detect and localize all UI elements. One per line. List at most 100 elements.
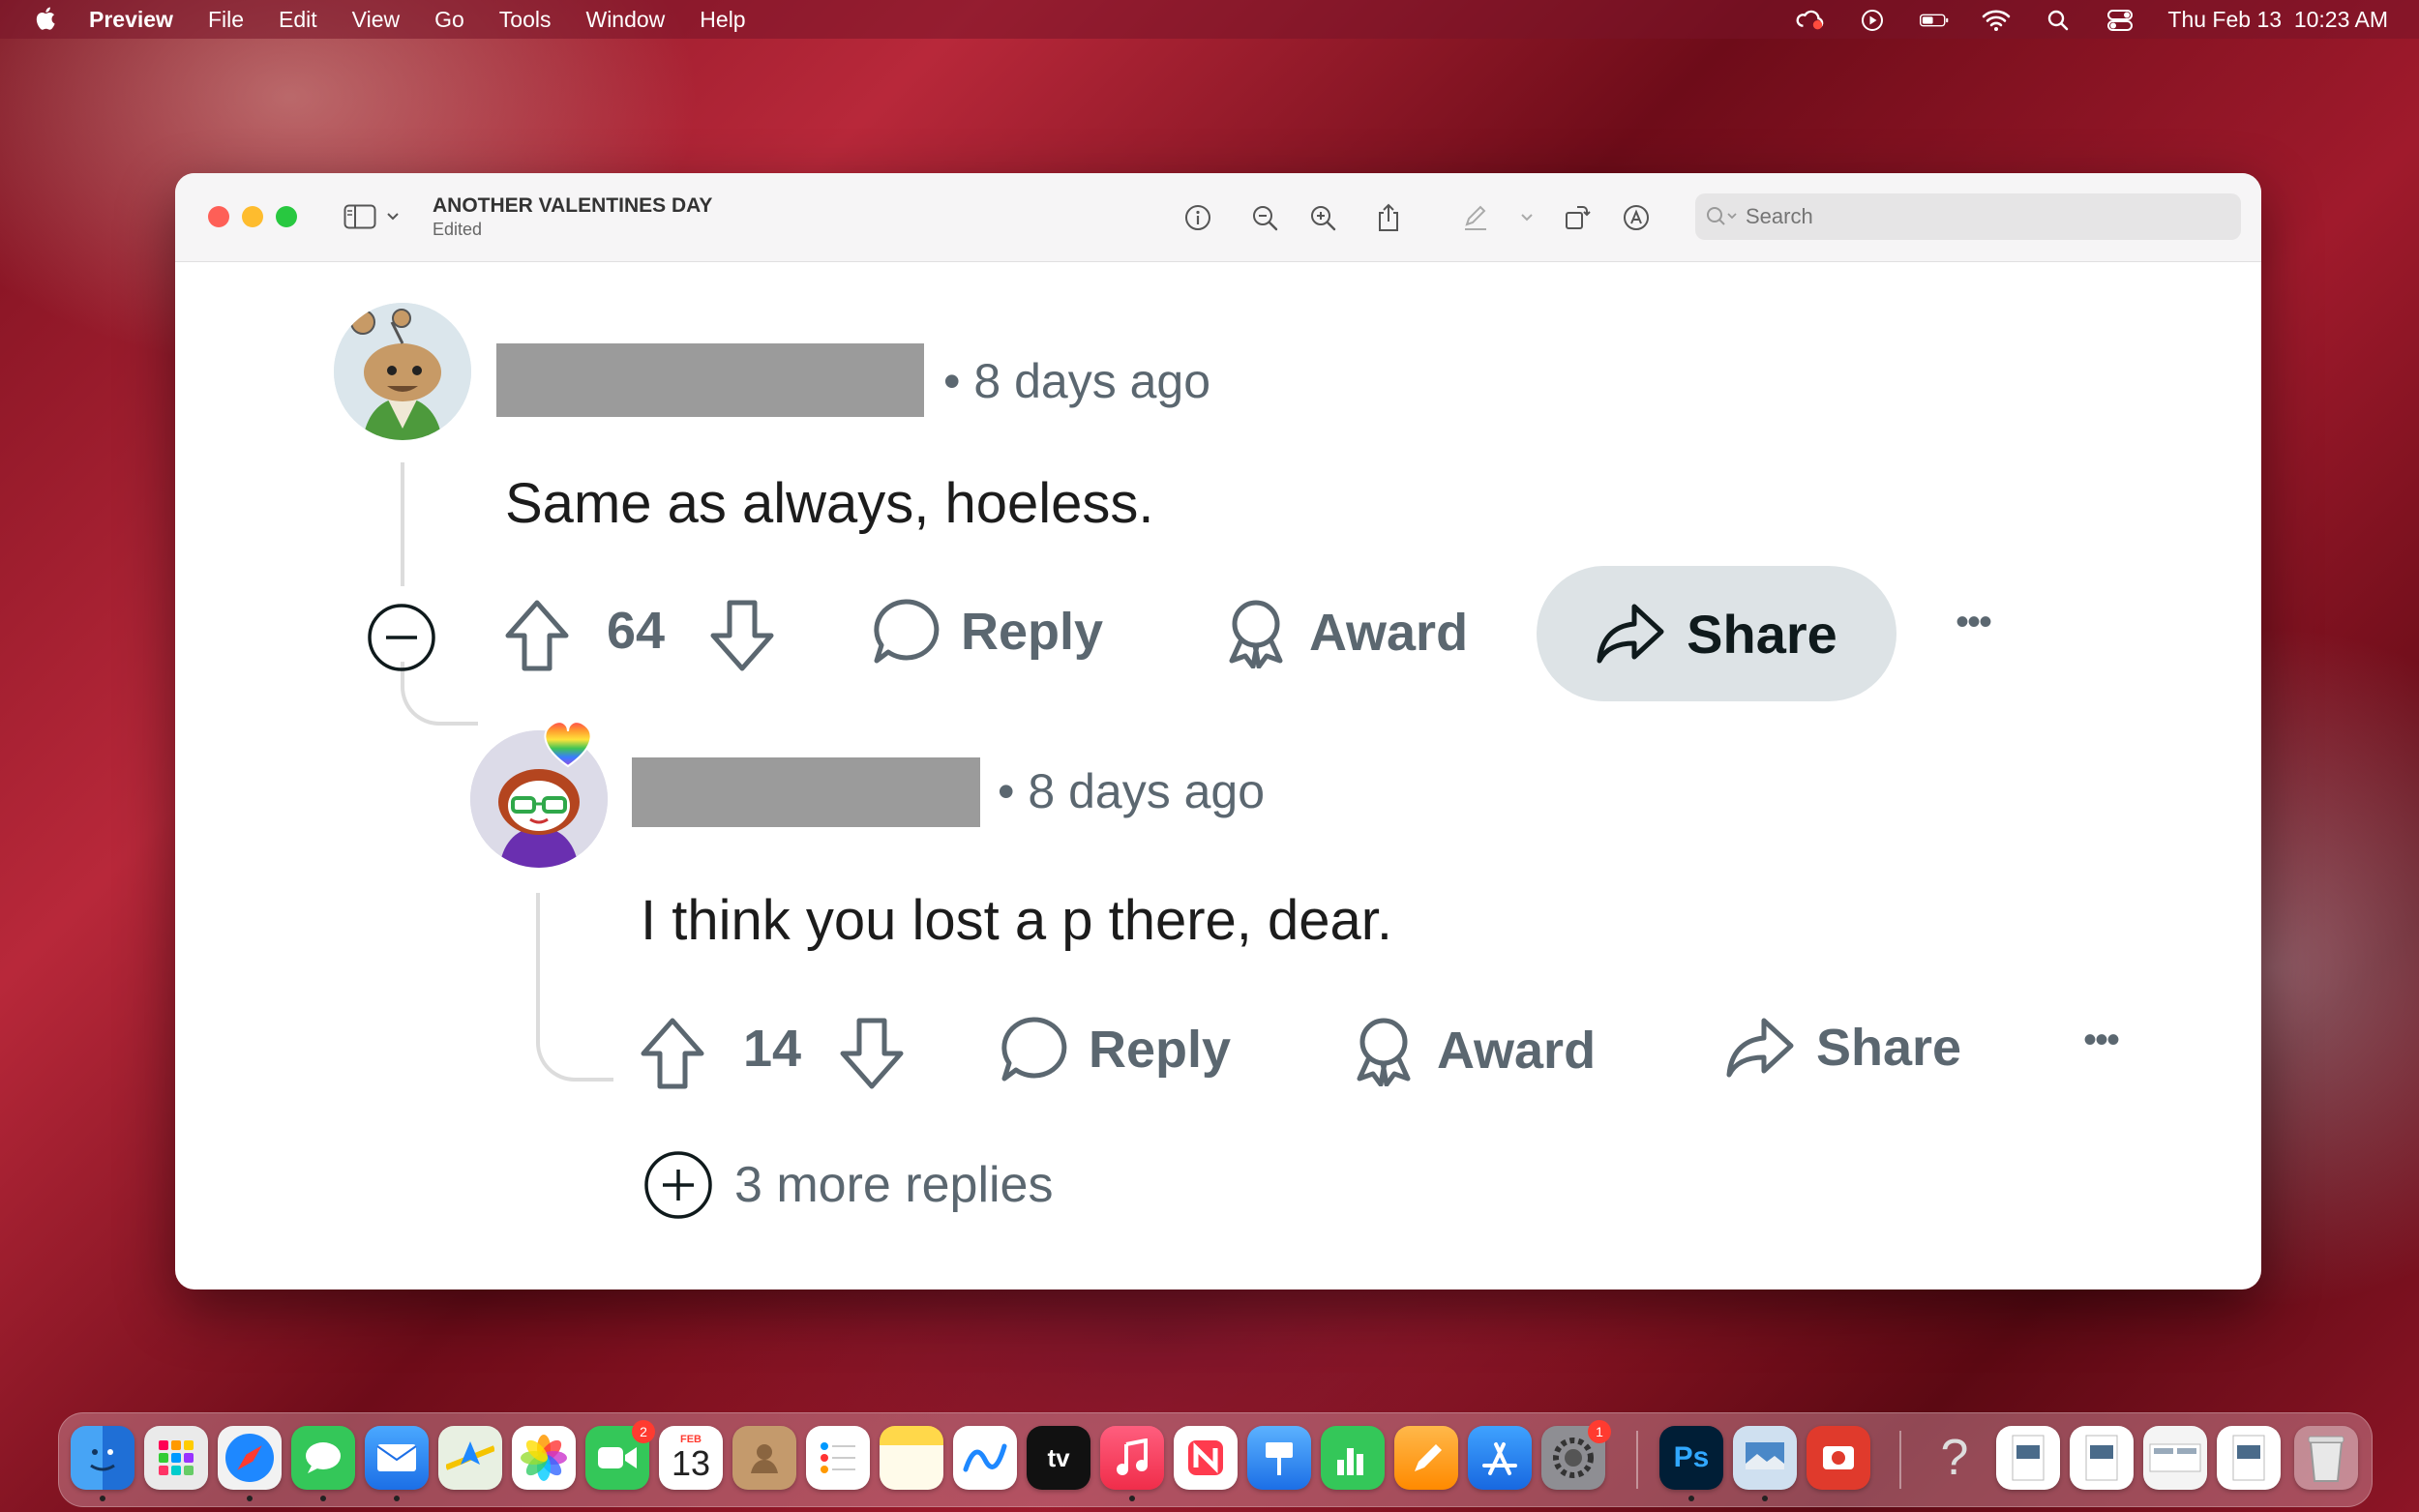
- dock-freeform-icon[interactable]: [953, 1426, 1017, 1490]
- menu-edit[interactable]: Edit: [279, 7, 317, 33]
- zoom-out-icon[interactable]: [1247, 200, 1282, 235]
- play-icon[interactable]: [1858, 9, 1887, 32]
- dock-trash-icon[interactable]: [2294, 1426, 2358, 1490]
- upvote-button[interactable]: [504, 599, 570, 672]
- award-button[interactable]: Award: [1352, 1015, 1596, 1086]
- dock-photo-booth-icon[interactable]: [1807, 1426, 1870, 1490]
- dock-mail-icon[interactable]: [365, 1426, 429, 1490]
- pride-heart-icon: [539, 718, 597, 770]
- dock-music-icon[interactable]: [1100, 1426, 1164, 1490]
- dock-photos-icon[interactable]: [512, 1426, 576, 1490]
- dock: 2 FEB 13 tv 1 Ps ?: [58, 1412, 2373, 1507]
- menu-view[interactable]: View: [352, 7, 400, 33]
- dock-png-file-icon[interactable]: [1996, 1426, 2060, 1490]
- user-avatar[interactable]: [334, 303, 471, 440]
- menu-window[interactable]: Window: [585, 7, 665, 33]
- dock-preview-icon[interactable]: [1733, 1426, 1797, 1490]
- menu-file[interactable]: File: [208, 7, 244, 33]
- dock-pages-icon[interactable]: [1394, 1426, 1458, 1490]
- share-label: Share: [1687, 603, 1837, 665]
- menu-tools[interactable]: Tools: [499, 7, 552, 33]
- downvote-button[interactable]: [709, 599, 775, 672]
- rotate-icon[interactable]: [1559, 200, 1594, 235]
- share-button[interactable]: Share: [1537, 566, 1896, 701]
- dock-photoshop-icon[interactable]: Ps: [1659, 1426, 1723, 1490]
- upvote-arrow-icon: [641, 1018, 704, 1089]
- dock-downloads-stack-icon[interactable]: [2143, 1426, 2207, 1490]
- award-button[interactable]: Award: [1224, 597, 1468, 668]
- more-options-button[interactable]: •••: [1956, 601, 1992, 644]
- dock-safari-icon[interactable]: [218, 1426, 282, 1490]
- dock-finder-icon[interactable]: [71, 1426, 134, 1490]
- reply-speech-bubble-icon: [874, 599, 940, 664]
- dock-help-icon[interactable]: ?: [1923, 1426, 1986, 1490]
- menu-help[interactable]: Help: [700, 7, 745, 33]
- more-replies-button[interactable]: 3 more replies: [643, 1150, 1053, 1220]
- dock-calendar-icon[interactable]: FEB 13: [659, 1426, 723, 1490]
- menubar-clock[interactable]: Thu Feb 13 10:23 AM: [2167, 7, 2388, 33]
- wifi-icon[interactable]: [1982, 9, 2011, 32]
- help-question-mark: ?: [1940, 1430, 1969, 1486]
- dock-maps-icon[interactable]: [438, 1426, 502, 1490]
- control-center-icon[interactable]: [2105, 9, 2135, 32]
- window-titlebar: ANOTHER VALENTINES DAY Edited: [175, 173, 2261, 262]
- dock-system-settings-icon[interactable]: 1: [1541, 1420, 1611, 1490]
- apple-menu-icon[interactable]: [33, 5, 56, 39]
- redacted-username: [632, 757, 980, 827]
- creative-cloud-icon[interactable]: [1796, 9, 1825, 32]
- dock-apple-tv-icon[interactable]: tv: [1027, 1426, 1090, 1490]
- vote-count: 14: [743, 1020, 802, 1078]
- dock-png-file-icon[interactable]: [2217, 1426, 2281, 1490]
- dock-app-store-icon[interactable]: [1468, 1426, 1532, 1490]
- reply-button[interactable]: Reply: [1000, 1015, 1231, 1084]
- collapse-thread-button[interactable]: [367, 603, 436, 672]
- thread-line: [401, 462, 404, 586]
- dock-notes-icon[interactable]: [880, 1426, 943, 1490]
- share-arrow-icon: [1726, 1018, 1794, 1078]
- search-input[interactable]: [1746, 204, 2210, 229]
- dock-news-icon[interactable]: [1174, 1426, 1238, 1490]
- minimize-window-button[interactable]: [242, 206, 263, 227]
- search-field[interactable]: [1695, 193, 2241, 240]
- markup-dropdown-chevron-icon[interactable]: [1516, 200, 1538, 235]
- dock-launchpad-icon[interactable]: [144, 1426, 208, 1490]
- markup-toolbar-icon[interactable]: [1619, 200, 1654, 235]
- document-status: Edited: [433, 220, 483, 239]
- sidebar-toggle-button[interactable]: [343, 202, 413, 231]
- info-icon[interactable]: [1180, 200, 1215, 235]
- upvote-button[interactable]: [640, 1017, 705, 1090]
- markup-pen-icon[interactable]: [1458, 200, 1493, 235]
- comment-body: Same as always, hoeless.: [505, 472, 1154, 535]
- downvote-button[interactable]: [839, 1017, 905, 1090]
- dock-reminders-icon[interactable]: [806, 1426, 870, 1490]
- sidebar-icon: [343, 204, 376, 229]
- battery-icon[interactable]: [1920, 9, 1949, 32]
- menu-app-preview[interactable]: Preview: [89, 7, 173, 33]
- share-button[interactable]: Share: [1725, 1017, 1961, 1079]
- menu-go[interactable]: Go: [434, 7, 464, 33]
- award-label: Award: [1309, 604, 1469, 662]
- collapse-minus-icon: [368, 604, 435, 671]
- vote-count: 64: [607, 602, 666, 660]
- dock-png-file-icon[interactable]: [2070, 1426, 2134, 1490]
- award-ribbon-icon: [1229, 600, 1283, 668]
- dock-facetime-icon[interactable]: 2: [585, 1420, 655, 1490]
- comment-timestamp: • 8 days ago: [998, 764, 1266, 818]
- dock-keynote-icon[interactable]: [1247, 1426, 1311, 1490]
- zoom-in-icon[interactable]: [1305, 200, 1340, 235]
- comment-body: I think you lost a p there, dear.: [641, 889, 1393, 952]
- spotlight-search-icon[interactable]: [2044, 9, 2073, 32]
- close-window-button[interactable]: [208, 206, 229, 227]
- reply-button[interactable]: Reply: [872, 597, 1103, 667]
- comment-timestamp: • 8 days ago: [943, 354, 1211, 408]
- dock-messages-icon[interactable]: [291, 1426, 355, 1490]
- share-sheet-icon[interactable]: [1371, 200, 1406, 235]
- more-options-button[interactable]: •••: [2083, 1019, 2120, 1062]
- facetime-badge: 2: [632, 1420, 655, 1443]
- expand-plus-icon: [644, 1151, 712, 1219]
- share-arrow-icon: [1597, 604, 1664, 664]
- dock-contacts-icon[interactable]: [732, 1426, 796, 1490]
- document-title: ANOTHER VALENTINES DAY: [433, 194, 713, 217]
- dock-numbers-icon[interactable]: [1321, 1426, 1385, 1490]
- zoom-window-button[interactable]: [276, 206, 297, 227]
